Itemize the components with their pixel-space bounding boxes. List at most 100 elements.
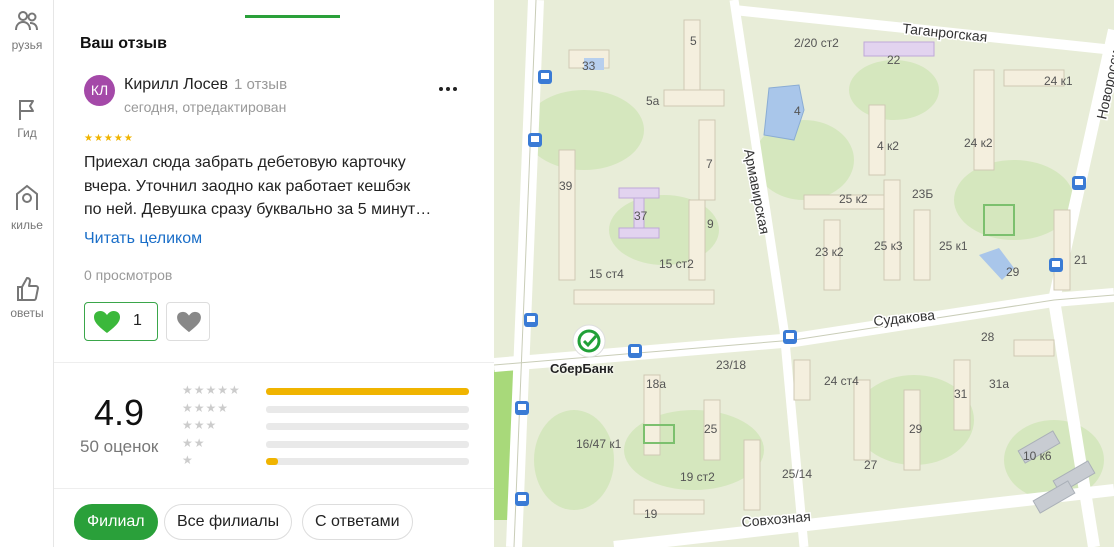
building-number: 10 к6 bbox=[1023, 449, 1052, 463]
rating-row-stars: ★ bbox=[182, 453, 194, 467]
building-number: 4 к2 bbox=[877, 139, 899, 153]
building-number: 25 bbox=[704, 422, 718, 436]
review-text-line: вчера. Уточнил заодно как работает кешбэ… bbox=[84, 177, 411, 195]
building-number: 29 bbox=[909, 422, 923, 436]
building-number: 25 к2 bbox=[839, 192, 868, 206]
building-number: 23Б bbox=[912, 187, 933, 201]
rating-count: 50 оценок bbox=[80, 437, 159, 456]
building-number: 21 bbox=[1074, 253, 1088, 267]
filter-chip-with-replies[interactable]: С ответами bbox=[302, 504, 413, 540]
rail-label-guide: Гид bbox=[17, 126, 37, 140]
building-number: 33 bbox=[582, 59, 596, 73]
building-number: 28 bbox=[981, 330, 995, 344]
building-number: 15 ст2 bbox=[659, 257, 694, 271]
building-number: 9 bbox=[707, 217, 714, 231]
building-number: 27 bbox=[864, 458, 878, 472]
rating-row-stars: ★★★★★ bbox=[182, 383, 241, 397]
rating-bar-track bbox=[266, 440, 469, 448]
building-number: 2/20 ст2 bbox=[794, 36, 839, 50]
sberbank-marker[interactable] bbox=[572, 324, 606, 358]
rating-row: ★★★★★ bbox=[182, 383, 472, 400]
review-text-line: по ней. Девушка сразу буквально за 5 мин… bbox=[84, 201, 432, 218]
author-review-count: 1 отзыв bbox=[234, 76, 288, 93]
building-number: 7 bbox=[706, 157, 713, 171]
rail-item-housing[interactable]: килье bbox=[0, 182, 54, 232]
avatar[interactable]: КЛ bbox=[84, 75, 115, 106]
rating-row: ★★ bbox=[182, 436, 472, 453]
building-number: 19 bbox=[644, 507, 658, 521]
review-author[interactable]: Кирилл Лосев 1 отзыв bbox=[124, 76, 287, 94]
building-number: 23/18 bbox=[716, 358, 746, 372]
rating-row-stars: ★★★★ bbox=[182, 400, 230, 415]
building-number: 22 bbox=[887, 53, 901, 67]
building-number: 16/47 к1 bbox=[576, 437, 622, 451]
poi-label[interactable]: СберБанк bbox=[550, 361, 613, 376]
filter-chip-all-branches[interactable]: Все филиалы bbox=[164, 504, 293, 540]
rating-row-stars: ★★ bbox=[182, 435, 206, 450]
building-number: 19 ст2 bbox=[680, 470, 715, 484]
building-number: 25 к1 bbox=[939, 239, 968, 253]
like-count: 1 bbox=[133, 312, 142, 329]
rail-item-guide[interactable]: Гид bbox=[0, 96, 54, 140]
rating-bar-fill bbox=[266, 388, 469, 395]
rating-bar-track bbox=[266, 423, 469, 430]
thumb-up-icon bbox=[17, 277, 39, 301]
left-rail: рузья Гид килье оветы bbox=[0, 0, 54, 547]
review-text-line: Приехал сюда забрать дебетовую карточку bbox=[84, 154, 406, 171]
reviews-panel: Ваш отзыв КЛ Кирилл Лосев 1 отзыв сегодня… bbox=[54, 0, 494, 547]
divider bbox=[54, 488, 494, 489]
building-number: 31а bbox=[989, 377, 1009, 391]
filter-chip-branch[interactable]: Филиал bbox=[74, 504, 158, 540]
green-heart-icon bbox=[94, 311, 120, 333]
building-number: 18а bbox=[646, 377, 666, 391]
building-number: 4 bbox=[794, 104, 801, 118]
rail-item-tips[interactable]: оветы bbox=[0, 274, 54, 320]
like-button[interactable]: 1 bbox=[84, 302, 158, 341]
building-number: 5а bbox=[646, 94, 660, 108]
views-count: 0 просмотров bbox=[84, 267, 173, 283]
rail-label-tips: оветы bbox=[10, 306, 44, 320]
rail-item-friends[interactable]: рузья bbox=[0, 8, 54, 52]
author-name[interactable]: Кирилл Лосев bbox=[124, 76, 228, 93]
flag-icon bbox=[19, 100, 34, 120]
divider bbox=[54, 362, 494, 363]
grey-heart-icon bbox=[177, 311, 201, 333]
rating-bar-track bbox=[266, 405, 469, 413]
map-canvas[interactable]: Таганрогская Армавирская Судакова Совхоз… bbox=[494, 0, 1114, 547]
building-number: 5 bbox=[690, 34, 697, 48]
building-number: 31 bbox=[954, 387, 968, 401]
rating-value: 4.9 bbox=[94, 392, 145, 433]
building-number: 24 к2 bbox=[964, 136, 993, 150]
building-number: 29 bbox=[1006, 265, 1020, 279]
building-number: 15 ст4 bbox=[589, 267, 624, 281]
house-icon bbox=[16, 184, 38, 210]
rating-row: ★★★ bbox=[182, 418, 472, 435]
review-text: Приехал сюда забрать дебетовую карточку … bbox=[84, 151, 474, 222]
rating-bar-track bbox=[266, 388, 469, 395]
sberbank-icon bbox=[572, 324, 606, 358]
rating-row: ★★★★ bbox=[182, 401, 472, 418]
rating-bar-fill bbox=[266, 458, 279, 465]
rating-row-stars: ★★★ bbox=[182, 418, 218, 432]
review-stars: ★★★★★ bbox=[84, 133, 134, 144]
dislike-button[interactable] bbox=[166, 302, 210, 341]
review-date: сегодня, отредактирован bbox=[124, 99, 287, 115]
active-tab-indicator bbox=[245, 15, 340, 18]
more-options-button[interactable] bbox=[438, 78, 458, 92]
section-title: Ваш отзыв bbox=[80, 35, 167, 52]
friends-icon bbox=[15, 11, 38, 31]
building-number: 25 к3 bbox=[874, 239, 903, 253]
building-number: 25/14 bbox=[782, 467, 812, 481]
rail-label-friends: рузья bbox=[11, 38, 43, 52]
read-more-link[interactable]: Читать целиком bbox=[84, 230, 202, 248]
rating-bar-track bbox=[266, 458, 469, 465]
building-number: 24 к1 bbox=[1044, 74, 1073, 88]
building-number: 37 bbox=[634, 209, 648, 223]
map[interactable]: Таганрогская Армавирская Судакова Совхоз… bbox=[494, 0, 1114, 547]
building-number: 24 ст4 bbox=[824, 374, 859, 388]
building-number: 23 к2 bbox=[815, 245, 844, 259]
building-number: 39 bbox=[559, 179, 573, 193]
rating-row: ★ bbox=[182, 453, 472, 470]
rail-label-housing: килье bbox=[11, 218, 43, 232]
more-icon bbox=[439, 87, 457, 91]
